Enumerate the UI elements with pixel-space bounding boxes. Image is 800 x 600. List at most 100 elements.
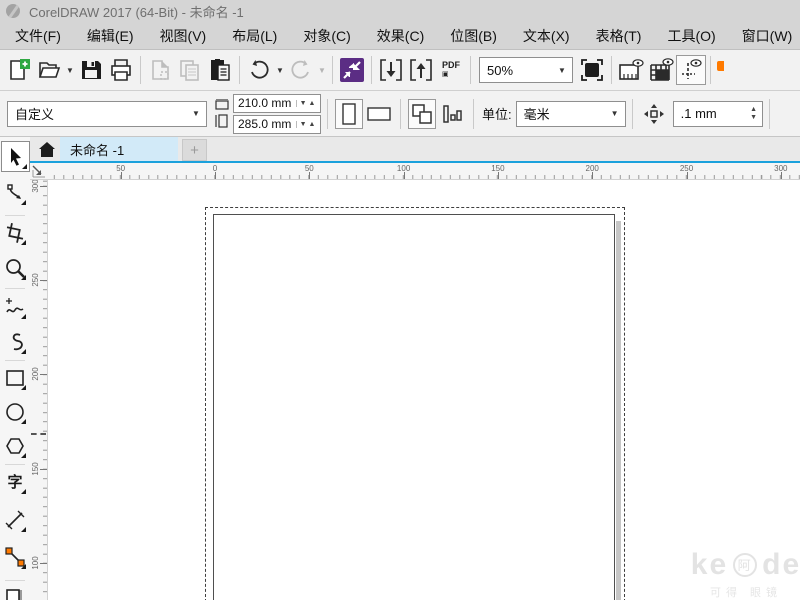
page-height-icon [215, 114, 229, 128]
connector-tool[interactable] [2, 543, 28, 571]
menu-item[interactable]: 表格(T) [583, 22, 655, 50]
drop-shadow-tool[interactable] [2, 583, 28, 600]
zoom-dropdown-arrow[interactable]: ▼ [552, 66, 572, 75]
page-size-preset-dropdown[interactable]: 自定义 ▼ [7, 101, 207, 127]
window-title: CorelDRAW 2017 (64-Bit) - 未命名 -1 [29, 2, 244, 21]
title-bar: CorelDRAW 2017 (64-Bit) - 未命名 -1 [0, 0, 800, 22]
page-height-field[interactable]: 285.0 mm ▼▲ [233, 115, 321, 134]
zoom-tool[interactable] [2, 254, 28, 282]
watermark-left: ke [691, 548, 728, 582]
landscape-icon [367, 106, 391, 122]
preset-dropdown-arrow[interactable]: ▼ [186, 109, 206, 118]
watermark-right: de [762, 548, 800, 582]
document-tab[interactable]: 未命名 -1 [60, 137, 178, 161]
watermark: ke 阿 de 可得 眼镜 [660, 548, 800, 600]
menu-item[interactable]: 视图(V) [147, 22, 220, 50]
open-icon[interactable] [34, 55, 64, 85]
portrait-icon [341, 103, 357, 125]
cut-icon [145, 55, 175, 85]
artistic-media-tool[interactable] [2, 328, 28, 356]
nudge-spinner[interactable]: ▲▼ [746, 106, 762, 122]
redo-icon [286, 55, 316, 85]
page-dimension-icons [215, 99, 229, 128]
show-rulers-icon[interactable] [616, 55, 646, 85]
page-width-field[interactable]: 210.0 mm ▼▲ [233, 94, 321, 113]
menu-item[interactable]: 编辑(E) [74, 22, 147, 50]
menu-item[interactable]: 工具(O) [654, 22, 728, 50]
document-tab-bar: 未命名 -1 + [30, 137, 800, 163]
export-icon[interactable] [406, 55, 436, 85]
menu-item[interactable]: 文本(X) [510, 22, 583, 50]
units-label: 单位: [482, 104, 512, 123]
save-icon[interactable] [76, 55, 106, 85]
all-pages-button[interactable] [408, 99, 436, 129]
undo-dropdown-arrow[interactable]: ▼ [274, 66, 286, 75]
menu-item[interactable]: 效果(C) [364, 22, 437, 50]
import-icon[interactable] [376, 55, 406, 85]
nudge-distance-field[interactable]: .1 mm ▲▼ [673, 101, 763, 127]
document-tab-label: 未命名 -1 [70, 140, 124, 159]
rectangle-tool[interactable] [2, 364, 28, 392]
horizontal-ruler[interactable]: 50050100150200250300 [30, 163, 800, 180]
welcome-home-button[interactable] [34, 138, 60, 161]
page-width-icon [215, 99, 229, 111]
freehand-tool[interactable] [2, 293, 28, 321]
vruler-label: 200 [31, 368, 40, 381]
page-shadow [616, 221, 621, 600]
new-document-icon[interactable] [4, 55, 34, 85]
snap-to-icon[interactable] [715, 55, 724, 85]
zoom-levels-dropdown[interactable]: 50% ▼ [479, 57, 573, 83]
dimension-tool[interactable] [2, 506, 28, 534]
paste-icon[interactable] [205, 55, 235, 85]
vertical-ruler[interactable]: 300250200150100 [30, 180, 48, 600]
menu-item[interactable]: 位图(B) [437, 22, 510, 50]
shape-tool[interactable] [2, 179, 28, 207]
vruler-label: 150 [31, 462, 40, 475]
current-page-button[interactable] [438, 99, 466, 129]
toolbox: 字 [0, 137, 30, 600]
pick-tool[interactable] [1, 141, 30, 172]
menu-item[interactable]: 窗口(W) [729, 22, 800, 50]
nudge-offset-icon [643, 103, 665, 125]
coreldraw-window: CorelDRAW 2017 (64-Bit) - 未命名 -1 文件(F)编辑… [0, 0, 800, 600]
publish-pdf-icon[interactable]: PDF▣ [436, 55, 466, 85]
print-icon[interactable] [106, 55, 136, 85]
ruler-origin-icon[interactable] [32, 165, 46, 178]
vruler-ticks [43, 180, 47, 600]
drawing-page[interactable] [213, 214, 615, 600]
units-dropdown-arrow[interactable]: ▼ [605, 109, 625, 118]
menu-item[interactable]: 文件(F) [2, 22, 74, 50]
zoom-level-value: 50% [480, 63, 552, 78]
ellipse-tool[interactable] [2, 398, 28, 426]
current-page-icon [441, 103, 463, 125]
menu-item[interactable]: 对象(C) [290, 22, 363, 50]
copy-icon [175, 55, 205, 85]
menu-item[interactable]: 布局(L) [219, 22, 290, 50]
show-grid-icon[interactable] [646, 55, 676, 85]
new-tab-button[interactable]: + [182, 139, 207, 161]
vruler-label: 300 [31, 180, 40, 192]
text-tool[interactable]: 字 [2, 468, 28, 496]
property-bar: 自定义 ▼ 210.0 mm ▼▲ 285.0 mm ▼▲ [0, 91, 800, 137]
app-logo-icon [6, 4, 20, 18]
launcher-icon[interactable] [337, 55, 367, 85]
vruler-label: 250 [31, 273, 40, 286]
width-spinner[interactable]: ▼▲ [296, 100, 320, 107]
landscape-button[interactable] [365, 99, 393, 129]
show-guidelines-icon[interactable] [676, 55, 706, 85]
polygon-tool[interactable] [2, 432, 28, 460]
standard-toolbar: ▼ ▼ ▼ [0, 50, 800, 91]
watermark-circle: 阿 [733, 553, 757, 577]
all-pages-icon [411, 103, 433, 125]
crop-tool[interactable] [2, 219, 28, 247]
undo-icon[interactable] [244, 55, 274, 85]
home-icon [38, 141, 56, 158]
portrait-button[interactable] [335, 99, 363, 129]
full-screen-preview-icon[interactable] [577, 55, 607, 85]
drawing-canvas[interactable]: ke 阿 de 可得 眼镜 [48, 180, 800, 600]
height-spinner[interactable]: ▼▲ [296, 121, 320, 128]
units-dropdown[interactable]: 毫米 ▼ [516, 101, 626, 127]
open-dropdown-arrow[interactable]: ▼ [64, 66, 76, 75]
plus-icon: + [190, 142, 199, 159]
nudge-offset-button [640, 99, 668, 129]
